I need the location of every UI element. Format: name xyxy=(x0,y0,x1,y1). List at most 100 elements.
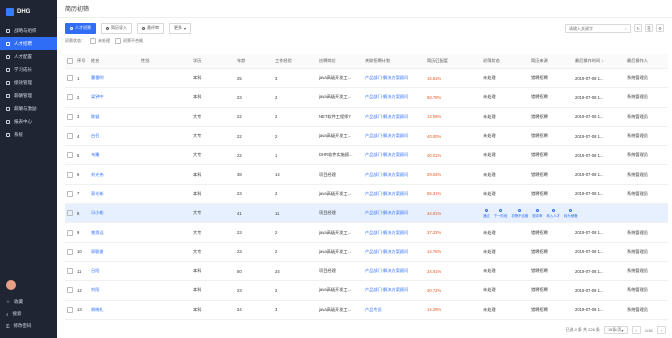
table-cell[interactable]: 陈颖 xyxy=(89,107,139,127)
next-page-button[interactable]: › xyxy=(656,326,666,334)
table-cell: 未处理 xyxy=(481,300,529,320)
col-header[interactable]: 最后操作时间 ↓ xyxy=(573,54,625,69)
table-row[interactable]: 12 刘阳 本科 23 2 java高级开发工... 产品部门-解决方案顾问 30.72% 未处… xyxy=(65,280,668,301)
sidebar-item-strategy[interactable]: 战略与组织 xyxy=(0,24,57,37)
sidebar-item-incentive[interactable]: 薪酬与激励 xyxy=(0,102,57,115)
row-checkbox[interactable] xyxy=(65,300,75,320)
table-cell[interactable]: 产品部门-解决方案顾问 xyxy=(363,87,425,108)
table-cell: 7 xyxy=(75,184,89,205)
row-checkbox[interactable] xyxy=(65,203,75,224)
table-cell: 大专 xyxy=(191,126,235,147)
table-cell[interactable]: 产品部门-解决方案顾问 xyxy=(363,242,425,262)
table-cell[interactable]: 胡晓礼 xyxy=(89,300,139,320)
checkbox-icon[interactable] xyxy=(115,38,121,44)
table-row[interactable]: 10 郭聪俊 大专 23 2 java高级开发工... 产品部门-解决方案顾问 14.76% 未… xyxy=(65,242,668,262)
row-action-button[interactable]: 初筛不合格 xyxy=(511,208,528,218)
row-checkbox[interactable] xyxy=(65,280,75,301)
prev-page-button[interactable]: ‹ xyxy=(631,326,641,334)
row-checkbox[interactable] xyxy=(65,145,75,166)
table-cell[interactable]: 郭聪俊 xyxy=(89,242,139,262)
sidebar-change-password[interactable]: ⚿ 修改密码 xyxy=(0,320,57,332)
table-cell[interactable]: 白召 xyxy=(89,126,139,147)
table-cell[interactable]: 产品部门-解决方案顾问 xyxy=(363,145,425,166)
row-checkbox[interactable] xyxy=(65,164,75,185)
header-checkbox[interactable] xyxy=(65,54,75,69)
table-cell[interactable]: 郭光彬 xyxy=(89,184,139,205)
row-checkbox[interactable] xyxy=(65,261,75,282)
row-checkbox[interactable] xyxy=(65,87,75,108)
table-row[interactable]: 2 梁钟中 本科 23 2 java高级开发工... 产品部门-解决方案顾问 58.79% 未处… xyxy=(65,87,668,108)
table-cell xyxy=(139,164,191,185)
sidebar-item-staffing[interactable]: 人才配置 xyxy=(0,50,57,63)
filter-unprocessed[interactable]: 未处理 xyxy=(90,38,110,44)
row-action-button[interactable]: 下一阶段 xyxy=(494,208,507,218)
table-cell[interactable]: 刘光伟 xyxy=(89,164,139,185)
sidebar-favorites[interactable]: ☆ 收藏 xyxy=(0,296,57,308)
col-header: 初筛状态 xyxy=(481,54,529,69)
table-cell[interactable]: 刘阳 xyxy=(89,280,139,301)
row-action-button[interactable]: 通过 xyxy=(483,208,490,218)
settings-button[interactable]: ⚙ xyxy=(656,24,664,32)
avatar[interactable] xyxy=(6,280,16,290)
import-button[interactable]: 简历导入 xyxy=(101,22,132,34)
checkbox-icon[interactable] xyxy=(90,38,96,44)
search-input[interactable] xyxy=(569,25,619,31)
row-action-button[interactable]: 转为储备 xyxy=(564,208,578,218)
table-cell[interactable]: 曾思远 xyxy=(89,222,139,243)
more-button[interactable]: 更多 ▾ xyxy=(169,22,192,34)
table-cell[interactable]: 产品部门-解决方案顾问 xyxy=(363,261,425,282)
table-cell: 38 xyxy=(235,164,273,185)
row-checkbox[interactable] xyxy=(65,184,75,205)
table-cell[interactable]: 冯小彬 xyxy=(89,203,139,224)
table-row[interactable]: 13 胡晓礼 本科 24 3 java高级开发工... 产品专员 14.29% 未处理 猎聘招聘 2… xyxy=(65,300,668,320)
sidebar-item-learning[interactable]: 学习成长 xyxy=(0,63,57,76)
search-icon[interactable]: ⌕ xyxy=(625,26,627,31)
screen-button[interactable]: 人才初筛 xyxy=(65,22,96,34)
table-cell[interactable]: 产品专员 xyxy=(363,300,425,320)
table-row[interactable]: 8 冯小彬 大专 41 11 项目经理 产品部门-解决方案顾问 44.01% 通过 下一阶段 初筛不… xyxy=(65,203,668,224)
sidebar-item-performance[interactable]: 绩效管理 xyxy=(0,76,57,89)
row-checkbox[interactable] xyxy=(65,242,75,262)
sidebar-search[interactable]: ⌕ 搜索 xyxy=(0,308,57,320)
refresh-button[interactable]: ↻ xyxy=(634,24,642,32)
row-checkbox[interactable] xyxy=(65,126,75,147)
table-row[interactable]: 9 曾思远 大专 23 2 java高级开发工... 产品部门-解决方案顾问 37.22% 未处… xyxy=(65,222,668,243)
table-cell[interactable]: 韦雕 xyxy=(89,145,139,166)
table-cell[interactable]: 产品部门-解决方案顾问 xyxy=(363,280,425,301)
sidebar-item-system[interactable]: 系统 xyxy=(0,128,57,141)
table-row[interactable]: 3 陈颖 大专 22 2 NET软件工程师7 产品部门-解决方案顾问 13.05% 未处理 猎聘招… xyxy=(65,107,668,127)
export-button[interactable]: ⎘ xyxy=(645,24,653,32)
table-row[interactable]: 4 白召 大专 22 2 java高级开发工... 产品部门-解决方案顾问 40.00% 未处理… xyxy=(65,126,668,147)
review-button[interactable]: 邀评审 xyxy=(137,22,164,34)
sidebar-item-reports[interactable]: 报表中心 xyxy=(0,115,57,128)
table-cell[interactable]: 产品部门-解决方案顾问 xyxy=(363,164,425,185)
sidebar-item-recruitment[interactable]: 人才招聘 xyxy=(0,37,57,50)
row-checkbox[interactable] xyxy=(65,222,75,243)
table-cell[interactable]: 曹雷明 xyxy=(89,68,139,89)
page-indicator: 1/16 xyxy=(644,327,653,333)
table-cell[interactable]: 吕阳 xyxy=(89,261,139,282)
col-header: 简历匹配度 xyxy=(425,54,481,69)
table-cell[interactable]: 产品部门-解决方案顾问 xyxy=(363,184,425,205)
table-row[interactable]: 7 郭光彬 本科 23 2 java高级开发工... 产品部门-解决方案顾问 55.31% 未处… xyxy=(65,184,668,205)
table-cell: 37.22% xyxy=(425,222,481,243)
table-row[interactable]: 6 刘光伟 本科 38 14 项目经理 产品部门-解决方案顾问 29.04% 未处理 猎聘招聘 20… xyxy=(65,164,668,185)
table-cell[interactable]: 产品部门-解决方案顾问 xyxy=(363,203,425,224)
table-cell[interactable]: 梁钟中 xyxy=(89,87,139,108)
sidebar-item-salary[interactable]: 薪酬管理 xyxy=(0,89,57,102)
row-action-button[interactable]: 邀评审 xyxy=(532,208,542,218)
table-cell[interactable]: 产品部门-解决方案顾问 xyxy=(363,222,425,243)
row-action-button[interactable]: 转入人才 xyxy=(546,208,560,218)
row-checkbox[interactable] xyxy=(65,68,75,89)
table-cell: 未处理 xyxy=(481,222,529,243)
row-checkbox[interactable] xyxy=(65,107,75,127)
page-size-select[interactable]: 15条/页 ▾ xyxy=(603,326,628,334)
table-cell[interactable]: 产品部门-解决方案顾问 xyxy=(363,107,425,127)
table-row[interactable]: 5 韦雕 大专 22 1 DHR软件实施顾... 产品部门-解决方案顾问 40.01% 未处理猎… xyxy=(65,145,668,166)
filter-unqualified[interactable]: 初筛不合格 xyxy=(115,38,143,44)
table-cell[interactable]: 产品部门-解决方案顾问 xyxy=(363,126,425,147)
table-cell[interactable]: 产品部门-解决方案顾问 xyxy=(363,68,425,89)
table-row[interactable]: 11 吕阳 本科 50 24 项目经理 产品部门-解决方案顾问 24.01% 未处理 猎聘招聘 20… xyxy=(65,261,668,282)
table-row[interactable]: 1 曹雷明 本科 25 3 java高级开发工... 产品部门-解决方案顾问 15.61% 未处… xyxy=(65,68,668,89)
table-cell: NET软件工程师7 xyxy=(317,107,363,127)
